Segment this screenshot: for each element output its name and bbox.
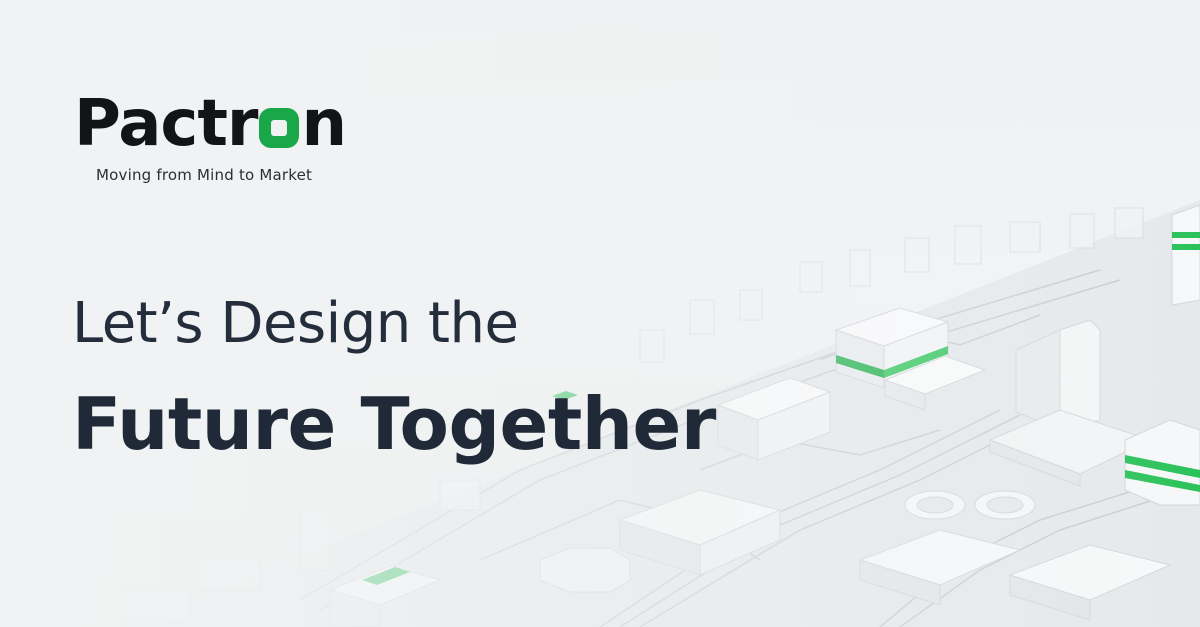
headline-line1: Let’s Design the	[72, 291, 519, 356]
pactron-logo: Pactr n	[74, 87, 347, 161]
headline: Let’s Design the Future Together	[72, 291, 716, 466]
logo-text-end: n	[301, 87, 347, 161]
headline-line2: Future Together	[72, 382, 716, 466]
logo-text-start: Pactr	[74, 87, 258, 161]
brand-block: Pactr n Moving from Mind to Market	[74, 87, 347, 184]
logo-o-square-icon	[259, 108, 300, 148]
tagline: Moving from Mind to Market	[96, 166, 313, 184]
